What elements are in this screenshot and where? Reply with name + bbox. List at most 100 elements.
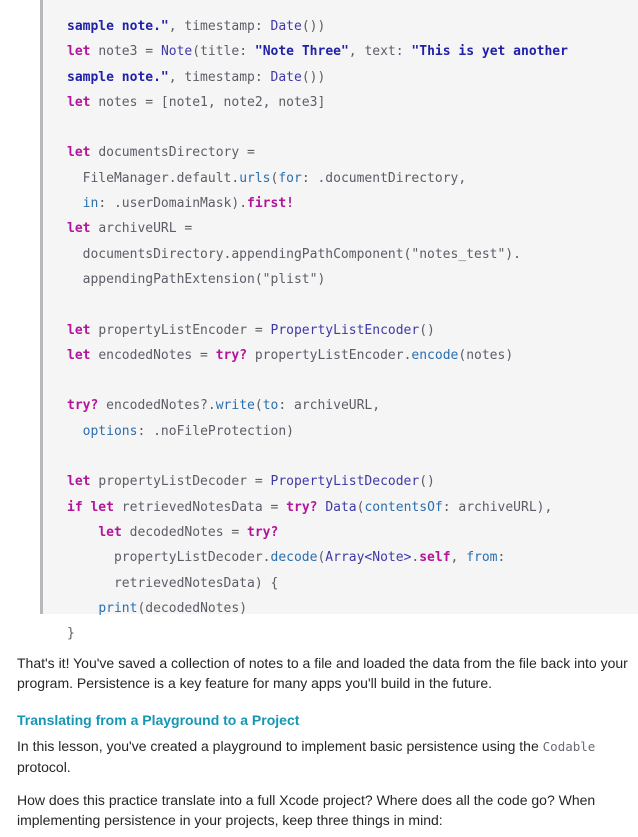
code-line: sample note.", timestamp: Date())	[67, 14, 568, 39]
code-line: let documentsDirectory =	[67, 140, 568, 165]
code-line: FileManager.default.urls(for: .documentD…	[67, 166, 568, 191]
code-line: let archiveURL =	[67, 216, 568, 241]
code-line: let encodedNotes = try? propertyListEnco…	[67, 343, 568, 368]
code-token: :	[497, 550, 506, 566]
code-token: ())	[301, 69, 326, 85]
code-token: , text:	[348, 44, 412, 60]
code-token: "This is yet another	[411, 44, 568, 60]
code-line: try? encodedNotes?.write(to: archiveURL,	[67, 393, 568, 418]
code-token: decodedNotes =	[129, 524, 248, 540]
code-token: archiveURL =	[98, 221, 193, 237]
code-token: : .noFileProtection)	[137, 423, 294, 439]
code-token: appendingPathExtension("plist")	[67, 271, 326, 287]
code-token: from	[466, 550, 498, 566]
code-token: let	[67, 322, 99, 338]
code-token: retrievedNotesData =	[121, 499, 287, 515]
code-token: : .documentDirectory,	[301, 170, 467, 186]
code-line: sample note.", timestamp: Date())	[67, 65, 568, 90]
code-line: }	[67, 621, 568, 646]
code-token: Array<Note>	[325, 550, 412, 566]
code-token: : archiveURL,	[278, 398, 381, 414]
code-line: options: .noFileProtection)	[67, 419, 568, 444]
code-token: to	[262, 398, 279, 414]
code-token: (	[254, 398, 263, 414]
code-line: let note3 = Note(title: "Note Three", te…	[67, 39, 568, 64]
code-line: propertyListDecoder.decode(Array<Note>.s…	[67, 545, 568, 570]
code-line: appendingPathExtension("plist")	[67, 267, 568, 292]
code-line: let decodedNotes = try?	[67, 520, 568, 545]
code-token: first!	[247, 196, 294, 212]
code-token: for	[278, 170, 302, 186]
code-token: propertyListEncoder =	[98, 322, 271, 338]
code-line: if let retrievedNotesData = try? Data(co…	[67, 495, 568, 520]
code-token: : archiveURL),	[442, 499, 553, 515]
code-line: let notes = [note1, note2, note3]	[67, 90, 568, 115]
code-token: ,	[450, 550, 467, 566]
code-token: FileManager.default.	[67, 170, 240, 186]
code-token: Note	[160, 44, 193, 60]
code-token: let	[67, 474, 99, 490]
code-token: notes = [note1, note2, note3]	[98, 94, 326, 110]
code-listing: sample note.", timestamp: Date()) let not…	[67, 14, 568, 646]
code-token: encode	[411, 347, 459, 363]
code-token: propertyListEncoder.	[247, 347, 412, 363]
code-line: print(decodedNotes)	[67, 596, 568, 621]
code-line: documentsDirectory.appendingPathComponen…	[67, 242, 568, 267]
code-token: let	[98, 524, 130, 540]
code-token: write	[215, 398, 255, 414]
code-token: (notes)	[458, 347, 514, 363]
code-token: decode	[270, 550, 318, 566]
code-token: try?	[247, 524, 279, 540]
code-token: note3 =	[98, 44, 161, 60]
code-token: if let	[67, 499, 122, 515]
code-token: try?	[286, 499, 326, 515]
code-token: let	[67, 94, 99, 110]
inline-code-codable: Codable	[542, 739, 596, 754]
code-token: documentsDirectory =	[98, 145, 255, 161]
code-token: let	[67, 347, 99, 363]
code-token: urls	[239, 170, 271, 186]
code-token: , timestamp:	[168, 19, 271, 34]
code-line: let propertyListDecoder = PropertyListDe…	[67, 469, 568, 494]
code-block: sample note.", timestamp: Date()) let not…	[40, 0, 638, 641]
code-token: encodedNotes?.	[98, 398, 216, 414]
code-token: encodedNotes =	[98, 347, 216, 363]
code-token: self	[419, 550, 451, 566]
code-token: retrievedNotesData) {	[67, 575, 279, 591]
code-token: }	[67, 626, 75, 642]
code-token: PropertyListEncoder	[270, 322, 420, 338]
code-token: sample note."	[67, 19, 169, 34]
code-token: ()	[419, 474, 435, 490]
code-token: ()	[419, 322, 435, 338]
code-token: propertyListDecoder =	[98, 474, 271, 490]
code-token: try?	[67, 398, 99, 414]
code-token: try?	[215, 347, 248, 363]
code-token: Date	[270, 19, 302, 34]
code-token: print	[98, 600, 138, 616]
code-token: documentsDirectory.appendingPathComponen…	[67, 246, 521, 262]
code-token: PropertyListDecoder	[270, 474, 420, 490]
code-token: Data	[325, 499, 357, 515]
code-token: sample note."	[67, 69, 169, 85]
summary-paragraph: That's it! You've saved a collection of …	[17, 655, 628, 691]
code-line: retrievedNotesData) {	[67, 571, 568, 596]
code-token: let	[67, 221, 99, 237]
code-token: in	[82, 196, 99, 212]
code-token: options	[82, 423, 138, 439]
code-token: "Note Three"	[254, 44, 349, 60]
code-token: , timestamp:	[168, 69, 271, 85]
code-token: propertyListDecoder.	[67, 550, 271, 566]
code-token: ())	[301, 19, 326, 34]
intro-text-after: protocol.	[17, 759, 71, 775]
code-token: : .userDomainMask).	[98, 196, 248, 212]
intro-text-before: In this lesson, you've created a playgro…	[17, 738, 543, 754]
code-token: let	[67, 145, 99, 161]
